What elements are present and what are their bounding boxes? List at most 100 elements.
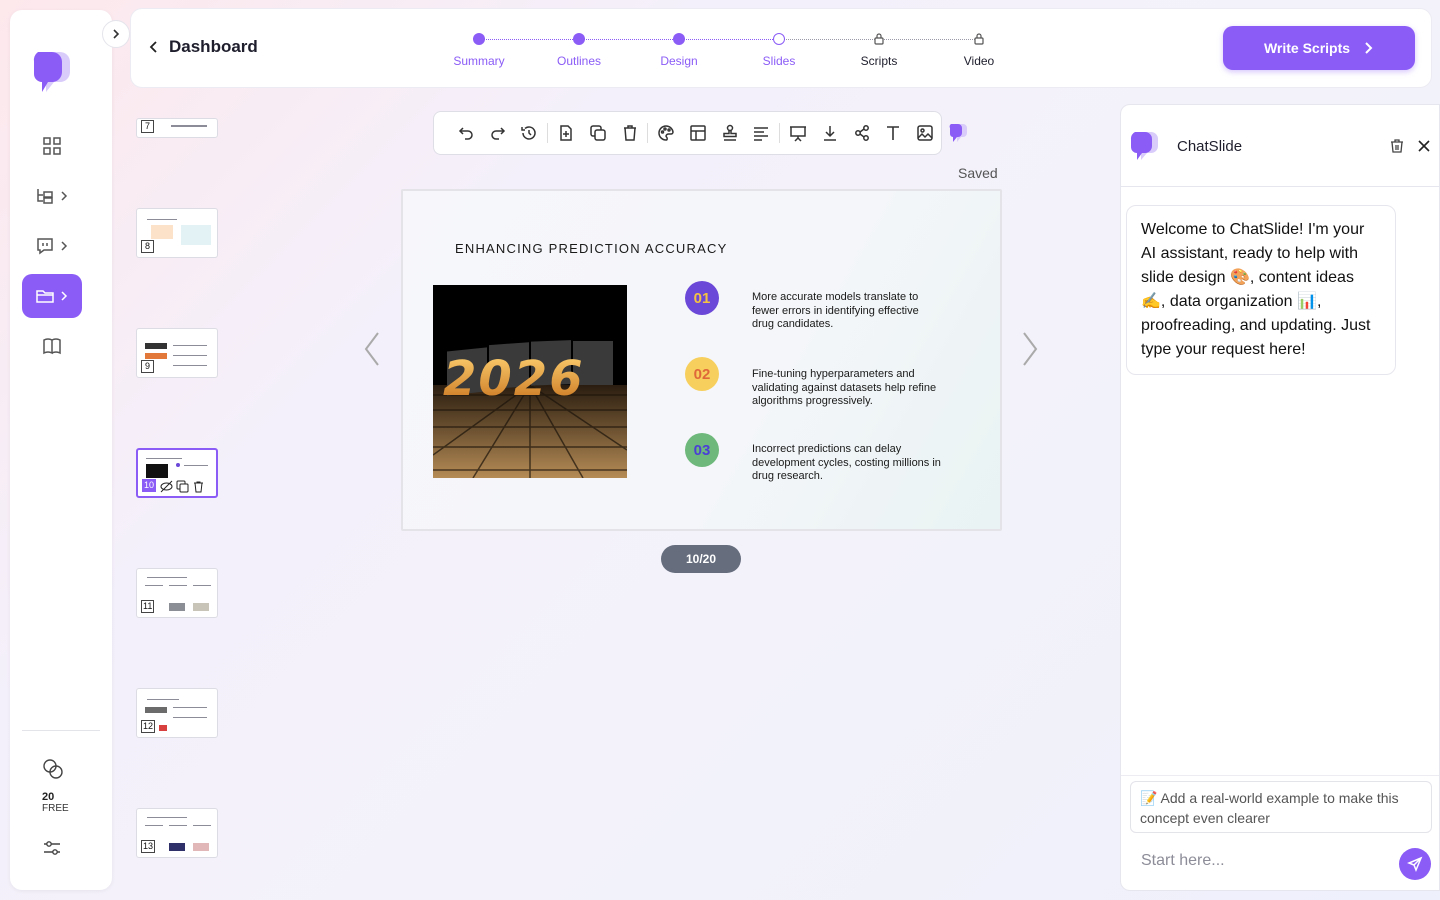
chat-input[interactable]: [1141, 852, 1391, 870]
theme-button[interactable]: [650, 117, 682, 149]
top-header: Dashboard Summary Outlines Design Slides…: [130, 8, 1432, 88]
present-button[interactable]: [782, 117, 814, 149]
nav-library[interactable]: [22, 324, 82, 368]
chatslide-logo: [33, 52, 70, 92]
step-outlines[interactable]: Outlines: [529, 33, 629, 68]
write-scripts-label: Write Scripts: [1263, 40, 1351, 56]
hide-icon[interactable]: [160, 480, 173, 493]
layout-button[interactable]: [682, 117, 714, 149]
chat-header: ChatSlide: [1121, 105, 1439, 187]
share-button[interactable]: [846, 117, 878, 149]
next-slide-arrow[interactable]: [1020, 330, 1040, 368]
slide-image[interactable]: 2026: [433, 285, 627, 478]
step-summary[interactable]: Summary: [429, 33, 529, 68]
image-icon: [917, 125, 933, 141]
duplicate-slide-button[interactable]: [582, 117, 614, 149]
trash-icon[interactable]: [1389, 138, 1405, 154]
slide-toolbar: [433, 111, 942, 155]
assistant-welcome-message: Welcome to ChatSlide! I'm your AI assist…: [1126, 205, 1396, 375]
step-video[interactable]: Video: [929, 33, 1029, 68]
bullet-number-3: 03: [685, 433, 719, 467]
download-icon: [823, 126, 836, 141]
slide-thumbnail-12[interactable]: 12: [136, 688, 218, 738]
slide-thumbnail-10[interactable]: 10: [136, 448, 218, 498]
chevron-right-icon: [61, 291, 68, 301]
share-icon: [854, 125, 869, 141]
text-button[interactable]: [878, 117, 910, 149]
chatslide-mini-logo[interactable]: [948, 122, 970, 144]
chevron-right-icon: [61, 241, 68, 251]
nav-outline[interactable]: [22, 174, 82, 218]
nav-projects[interactable]: [22, 274, 82, 318]
slide-canvas[interactable]: ENHANCING PREDICTION ACCURACY 2026 01 Mo…: [401, 189, 1002, 531]
chat-title: ChatSlide: [1177, 138, 1243, 155]
slide-thumbnail-7[interactable]: 7: [136, 118, 218, 138]
bullet-number-2: 02: [685, 357, 719, 391]
sliders-icon[interactable]: [42, 838, 62, 858]
step-slides[interactable]: Slides: [729, 33, 829, 68]
slide-thumbnail-9[interactable]: 9: [136, 328, 218, 378]
text-icon: [887, 126, 900, 140]
redo-icon: [490, 127, 505, 140]
bullet-text-2[interactable]: Fine-tuning hyperparameters and validati…: [752, 368, 942, 409]
bullet-text-3[interactable]: Incorrect predictions can delay developm…: [752, 443, 942, 484]
credits-count: 20: [42, 791, 55, 803]
slide-thumbnail-11[interactable]: 11: [136, 568, 218, 618]
close-icon[interactable]: [1417, 139, 1431, 153]
grid-icon: [43, 137, 61, 155]
palette-icon: [658, 125, 674, 141]
progress-stepper: Summary Outlines Design Slides Scripts V…: [451, 33, 1011, 73]
history-icon: [521, 126, 537, 140]
left-sidebar: 20 FREE: [10, 10, 112, 890]
credits-label: FREE: [42, 803, 69, 814]
layout-icon: [690, 125, 706, 141]
previous-slide-arrow[interactable]: [362, 330, 382, 368]
slide-thumbnail-8[interactable]: 8: [136, 208, 218, 258]
write-scripts-button[interactable]: Write Scripts: [1223, 26, 1415, 70]
image-button[interactable]: [909, 117, 941, 149]
slide-thumbnail-13[interactable]: 13: [136, 808, 218, 858]
align-button[interactable]: [746, 117, 778, 149]
suggestion-chip[interactable]: 📝 Add a real-world example to make this …: [1130, 781, 1432, 833]
lock-icon: [974, 33, 984, 45]
coins-icon: [43, 759, 63, 779]
credits[interactable]: 20 FREE: [10, 758, 98, 814]
save-status: Saved: [958, 165, 998, 181]
send-icon: [1407, 856, 1423, 872]
stamp-button[interactable]: [714, 117, 746, 149]
add-slide-icon: [560, 125, 572, 141]
undo-icon: [458, 127, 473, 140]
present-icon: [790, 126, 807, 142]
history-button[interactable]: [513, 117, 545, 149]
chat-icon: [37, 238, 53, 255]
thumbnail-actions: [160, 480, 205, 493]
lock-icon: [874, 33, 884, 45]
download-button[interactable]: [814, 117, 846, 149]
chat-divider: [1121, 775, 1439, 776]
delete-slide-button[interactable]: [614, 117, 646, 149]
bullet-number-1: 01: [685, 281, 719, 315]
back-to-dashboard[interactable]: Dashboard: [149, 37, 258, 57]
image-year-text: 2026: [443, 351, 585, 407]
redo-button[interactable]: [482, 117, 514, 149]
nav-chat[interactable]: [22, 224, 82, 268]
duplicate-icon: [590, 125, 606, 141]
sidebar-collapse-button[interactable]: [102, 20, 130, 48]
slide-title[interactable]: ENHANCING PREDICTION ACCURACY: [455, 241, 727, 256]
step-design[interactable]: Design: [629, 33, 729, 68]
chatslide-logo: [1130, 132, 1158, 160]
book-icon: [43, 338, 61, 355]
send-button[interactable]: [1399, 848, 1431, 880]
chevron-right-icon: [113, 29, 120, 39]
undo-button[interactable]: [450, 117, 482, 149]
chat-panel: ChatSlide Welcome to ChatSlide! I'm your…: [1120, 104, 1440, 891]
nav-dashboard[interactable]: [22, 124, 82, 168]
delete-icon: [623, 125, 636, 141]
step-scripts[interactable]: Scripts: [829, 33, 929, 68]
bullet-text-1[interactable]: More accurate models translate to fewer …: [752, 291, 942, 332]
delete-icon[interactable]: [192, 480, 205, 493]
chevron-left-icon: [149, 41, 157, 53]
slide-pager: 10/20: [661, 545, 741, 573]
add-slide-button[interactable]: [550, 117, 582, 149]
duplicate-icon[interactable]: [176, 480, 189, 493]
